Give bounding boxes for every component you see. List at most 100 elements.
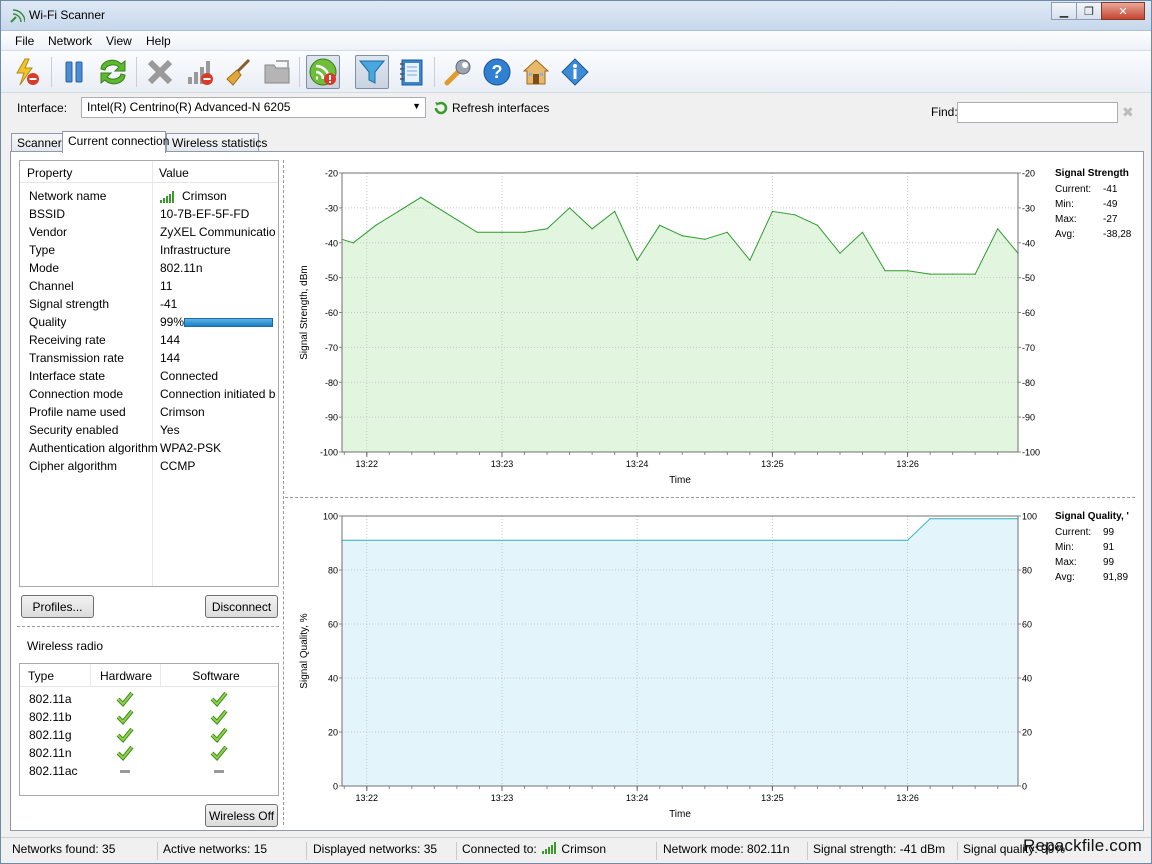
legend-label: Current: <box>1055 184 1092 195</box>
data-point <box>420 196 422 198</box>
tab-current-connection[interactable]: Current connection <box>62 131 169 153</box>
settings-button[interactable] <box>441 55 475 89</box>
y-axis-label: Signal Strength, dBm <box>299 265 310 360</box>
data-point <box>907 270 909 272</box>
interface-label: Interface: <box>17 101 68 115</box>
clean-button[interactable] <box>221 55 255 89</box>
refresh-interfaces-button[interactable]: Refresh interfaces <box>434 101 549 115</box>
interface-select[interactable]: Intel(R) Centrino(R) Advanced-N 6205 ▼ <box>81 97 426 118</box>
find-input[interactable] <box>957 102 1118 123</box>
tab-wireless-statistics[interactable]: Wireless statistics <box>166 133 267 152</box>
monitor-connection-button[interactable] <box>306 55 340 89</box>
data-point <box>636 259 638 261</box>
x-tick-label: 13:26 <box>896 793 919 803</box>
data-point <box>569 207 571 209</box>
refresh-small-icon <box>434 101 448 115</box>
clear-find-icon[interactable]: ✖ <box>1122 104 1134 121</box>
legend-max-value: -27 <box>1103 214 1118 225</box>
wifi-scanner-app-icon <box>10 9 25 23</box>
y-tick-label: -100 <box>320 448 338 458</box>
y-tick-label-right: -50 <box>1022 273 1035 283</box>
y-tick-label-right: -20 <box>1022 169 1035 179</box>
data-point <box>929 273 931 275</box>
clear-button[interactable] <box>143 55 177 89</box>
find-label: Find: <box>931 105 958 119</box>
menu-file[interactable]: File <box>15 34 34 48</box>
legend-label: Max: <box>1055 214 1077 225</box>
x-tick-label: 13:25 <box>761 459 784 469</box>
status-networks-found: Networks found: 35 <box>9 842 158 860</box>
menu-bar: File Network View Help <box>1 31 1151 51</box>
data-point <box>839 252 841 254</box>
legend-label: Avg: <box>1055 572 1075 583</box>
data-point <box>997 228 999 230</box>
minimize-button[interactable]: ▁ <box>1051 2 1077 20</box>
data-point <box>771 210 774 212</box>
data-point <box>681 235 683 237</box>
x-tick-label: 13:22 <box>356 459 379 469</box>
refresh-interfaces-label: Refresh interfaces <box>452 101 550 115</box>
y-tick-label: -30 <box>325 203 338 213</box>
menu-network[interactable]: Network <box>48 34 92 48</box>
menu-help[interactable]: Help <box>146 34 171 48</box>
home-button[interactable] <box>519 55 553 89</box>
data-point <box>861 231 864 233</box>
y-tick-label-right: 80 <box>1022 566 1032 576</box>
series-area <box>342 518 1018 786</box>
legend-current-value: -41 <box>1103 184 1118 195</box>
y-tick-label-right: 60 <box>1022 620 1032 630</box>
close-button[interactable]: ✕ <box>1101 2 1145 20</box>
log-button[interactable] <box>394 55 428 89</box>
notebook-icon <box>400 59 423 86</box>
help-button[interactable]: ? <box>480 55 514 89</box>
help-icon: ? <box>483 58 511 86</box>
maximize-button[interactable]: ❐ <box>1076 2 1102 20</box>
save-button[interactable] <box>260 55 294 89</box>
filter-icon <box>358 60 386 84</box>
y-tick-label-right: -60 <box>1022 308 1035 318</box>
data-point <box>501 231 503 233</box>
y-tick-label-right: 20 <box>1022 728 1032 738</box>
status-displayed-networks: Displayed networks: 35 <box>310 842 457 860</box>
disable-signal-button[interactable] <box>183 55 217 89</box>
refresh-button[interactable] <box>96 55 130 89</box>
x-axis-label: Time <box>669 475 691 486</box>
about-button[interactable] <box>558 55 592 89</box>
data-point <box>523 231 526 233</box>
legend-label: Min: <box>1055 542 1074 553</box>
legend-min-value: -49 <box>1103 199 1118 210</box>
x-tick-label: 13:23 <box>491 793 514 803</box>
legend-avg-value: -38,28 <box>1103 229 1132 240</box>
data-point <box>476 231 478 233</box>
x-tick-label: 13:24 <box>626 793 649 803</box>
data-point <box>929 518 931 520</box>
toolbar: ? <box>1 51 1151 93</box>
data-point <box>659 224 661 226</box>
legend-label: Current: <box>1055 527 1092 538</box>
signal-quality-legend-title: Signal Quality, ' <box>1055 511 1129 522</box>
status-bar: Networks found: 35 Active networks: 15 D… <box>1 837 1151 863</box>
filter-button[interactable] <box>355 55 389 89</box>
y-tick-label-right: -70 <box>1022 343 1035 353</box>
menu-view[interactable]: View <box>106 34 132 48</box>
x-tick-label: 13:23 <box>491 459 514 469</box>
y-tick-label: 20 <box>328 728 338 738</box>
start-scan-button[interactable] <box>10 55 44 89</box>
status-network-mode: Network mode: 802.11n <box>660 842 808 860</box>
pause-button[interactable] <box>57 55 91 89</box>
data-point <box>591 228 593 230</box>
data-point <box>352 242 354 244</box>
data-point <box>704 238 706 240</box>
y-tick-label: -90 <box>325 413 338 423</box>
y-tick-label: 60 <box>328 620 338 630</box>
monitor-connection-icon <box>309 58 337 86</box>
y-tick-label-right: -30 <box>1022 203 1035 213</box>
signal-quality-chart: 100 100 80 80 60 60 40 40 20 20 0 0 13:22 13:23 13:24 1… <box>299 512 1037 821</box>
tab-scanner[interactable]: Scanner <box>11 133 63 152</box>
interface-select-value: Intel(R) Centrino(R) Advanced-N 6205 <box>87 100 291 114</box>
legend-current-value: 99 <box>1103 527 1115 538</box>
data-point <box>952 273 954 275</box>
y-tick-label-right: -100 <box>1022 448 1040 458</box>
status-connected-network: Crimson <box>561 842 607 856</box>
legend-min-value: 91 <box>1103 542 1115 553</box>
